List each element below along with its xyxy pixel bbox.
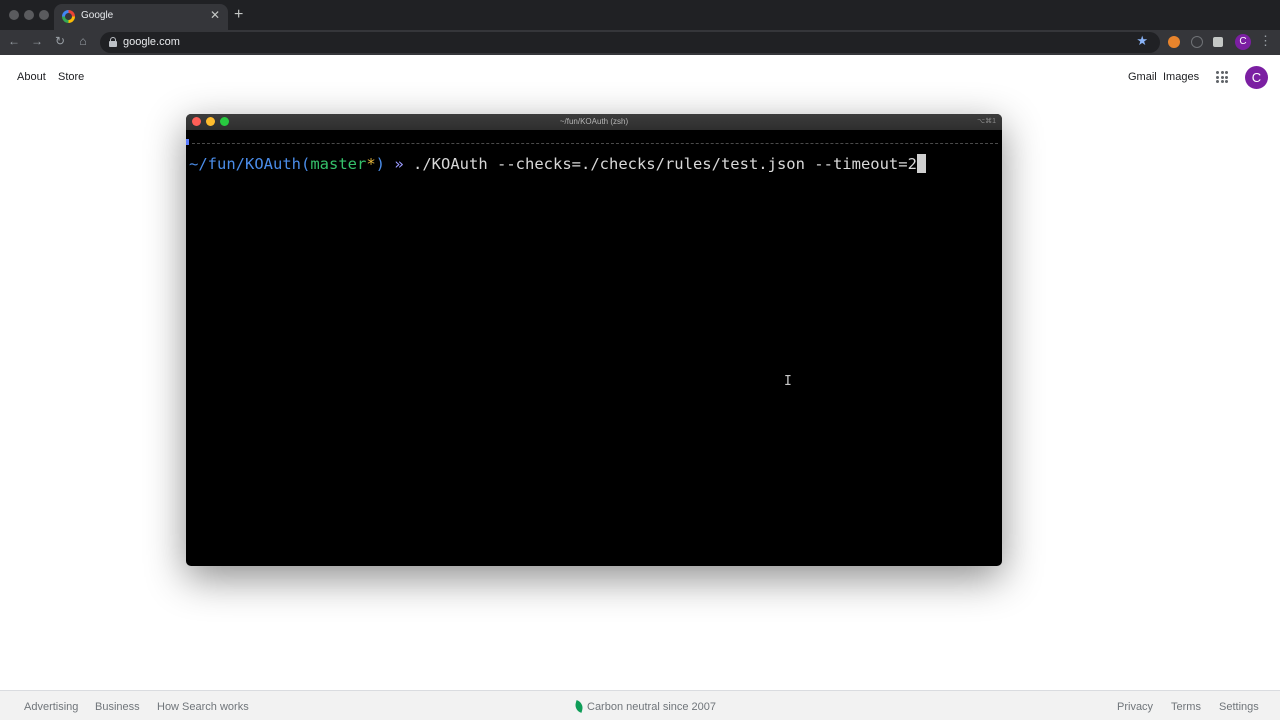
- new-tab-button[interactable]: +: [234, 6, 243, 24]
- google-apps-icon[interactable]: [1216, 71, 1228, 83]
- window-minimize-button[interactable]: [24, 10, 34, 20]
- tab-title: Google: [81, 10, 114, 21]
- google-favicon-icon: [62, 10, 75, 23]
- prompt-open-paren: (: [300, 155, 311, 173]
- lock-icon: [109, 37, 117, 47]
- advertising-link[interactable]: Advertising: [24, 701, 78, 713]
- forward-icon[interactable]: →: [29, 34, 45, 48]
- account-avatar[interactable]: C: [1245, 66, 1268, 89]
- business-link[interactable]: Business: [95, 701, 140, 713]
- prompt-close-paren: ): [375, 155, 386, 173]
- how-search-works-link[interactable]: How Search works: [157, 701, 249, 713]
- window-close-button[interactable]: [9, 10, 19, 20]
- prompt-path: ~/fun/KOAuth: [189, 155, 301, 173]
- extension-cookie-icon[interactable]: [1168, 36, 1180, 48]
- reload-icon[interactable]: ↻: [52, 34, 68, 48]
- text-cursor: [916, 154, 926, 173]
- prompt-arrow: »: [385, 155, 414, 173]
- prompt-separator: [192, 143, 998, 144]
- prompt-dirty-mark: *: [366, 155, 376, 173]
- back-icon[interactable]: ←: [6, 34, 22, 48]
- terminal-title-bar[interactable]: ~/fun/KOAuth (zsh) ⌥⌘1: [186, 114, 1002, 130]
- browser-menu-icon[interactable]: ⋮: [1259, 33, 1272, 49]
- browser-tab-google[interactable]: Google ✕: [54, 4, 228, 30]
- terminal-window[interactable]: ~/fun/KOAuth (zsh) ⌥⌘1 ~/fun/KOAuth(mast…: [186, 114, 1002, 566]
- extensions-puzzle-icon[interactable]: [1213, 37, 1223, 47]
- tab-close-icon[interactable]: ✕: [210, 8, 220, 22]
- carbon-neutral-text[interactable]: Carbon neutral since 2007: [587, 701, 716, 713]
- window-maximize-button[interactable]: [39, 10, 49, 20]
- command-text[interactable]: ./KOAuth --checks=./checks/rules/test.js…: [413, 155, 917, 173]
- google-footer: Advertising Business How Search works Ca…: [0, 690, 1280, 720]
- leaf-icon: [573, 700, 585, 713]
- terminal-title: ~/fun/KOAuth (zsh): [559, 117, 629, 126]
- settings-link[interactable]: Settings: [1219, 701, 1259, 713]
- bookmark-star-icon[interactable]: ★: [1136, 33, 1148, 49]
- browser-toolbar: ← → ↻ ⌂ google.com ★ C ⋮: [0, 30, 1280, 55]
- home-icon[interactable]: ⌂: [75, 34, 91, 48]
- privacy-link[interactable]: Privacy: [1117, 701, 1153, 713]
- about-link[interactable]: About: [17, 71, 46, 83]
- terminal-shortcut: ⌥⌘1: [977, 118, 996, 125]
- url-text[interactable]: google.com: [123, 36, 180, 48]
- browser-tabstrip: Google ✕ +: [0, 0, 1280, 30]
- command-line[interactable]: ~/fun/KOAuth(master*) » ./KOAuth --check…: [189, 154, 926, 173]
- browser-profile-avatar[interactable]: C: [1235, 34, 1251, 50]
- ibeam-cursor-icon: I: [784, 374, 792, 389]
- extension-info-icon[interactable]: [1191, 36, 1203, 48]
- prompt-branch: master: [310, 155, 367, 173]
- address-bar[interactable]: google.com ★: [100, 32, 1160, 53]
- gmail-link[interactable]: Gmail: [1128, 71, 1157, 83]
- prompt-marker: [186, 139, 189, 145]
- images-link[interactable]: Images: [1163, 71, 1199, 83]
- store-link[interactable]: Store: [58, 71, 84, 83]
- terms-link[interactable]: Terms: [1171, 701, 1201, 713]
